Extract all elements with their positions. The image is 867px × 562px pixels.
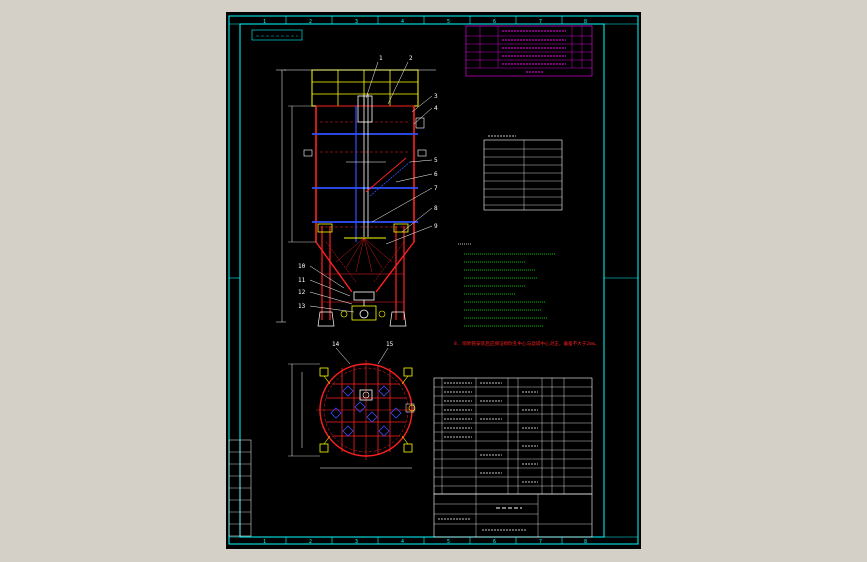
callout-number: 1 — [379, 55, 383, 62]
elevation-view — [276, 61, 436, 327]
callout-number: 2 — [409, 55, 413, 62]
bottom-mark: 3 — [355, 539, 358, 545]
technical-notes — [458, 243, 556, 327]
bottom-mark: 1 — [263, 539, 266, 545]
callout-number: 8 — [434, 205, 438, 212]
drawing-sheet: 1 2 3 4 5 6 7 8 1 2 3 4 5 6 7 8 8. 喷吹管安装… — [226, 12, 641, 549]
bottom-mark: 2 — [309, 539, 312, 545]
top-mark: 1 — [263, 19, 266, 25]
callout-number: 13 — [298, 303, 306, 310]
callout-number: 9 — [434, 223, 438, 230]
top-mark: 3 — [355, 19, 358, 25]
callout-number: 3 — [434, 93, 438, 100]
top-mark: 8 — [584, 19, 587, 25]
top-mark: 5 — [447, 19, 450, 25]
bottom-mark: 6 — [493, 539, 496, 545]
inner-frame — [239, 23, 605, 538]
callout-number: 11 — [298, 277, 306, 284]
plan-view — [288, 347, 416, 469]
cad-drawing: 1 2 3 4 5 6 7 8 1 2 3 4 5 6 7 8 8. 喷吹管安装… — [228, 15, 639, 545]
top-mark: 4 — [401, 19, 404, 25]
callout-number: 15 — [386, 341, 394, 348]
top-mark: 7 — [539, 19, 542, 25]
parts-list-table — [433, 377, 593, 495]
callout-number: 4 — [434, 105, 438, 112]
callout-number: 7 — [434, 185, 438, 192]
bottom-mark: 5 — [447, 539, 450, 545]
title-block — [433, 493, 593, 538]
drawing-no-box — [251, 29, 303, 41]
top-mark: 2 — [309, 19, 312, 25]
callout-number: 5 — [434, 157, 438, 164]
callout-number: 10 — [298, 263, 306, 270]
red-installation-note: 8. 喷吹管安装后应保证喷吹孔中心与滤袋中心对正，偏差不大于2mm。 — [454, 340, 599, 347]
revision-table — [465, 25, 593, 77]
parameter-table — [483, 135, 563, 211]
top-mark: 6 — [493, 19, 496, 25]
top-railing — [311, 69, 419, 107]
callout-number: 12 — [298, 289, 306, 296]
bottom-mark: 8 — [584, 539, 587, 545]
bottom-mark: 4 — [401, 539, 404, 545]
left-revision-columns — [228, 439, 252, 537]
bottom-mark: 7 — [539, 539, 542, 545]
callout-number: 14 — [332, 341, 340, 348]
callout-number: 6 — [434, 171, 438, 178]
